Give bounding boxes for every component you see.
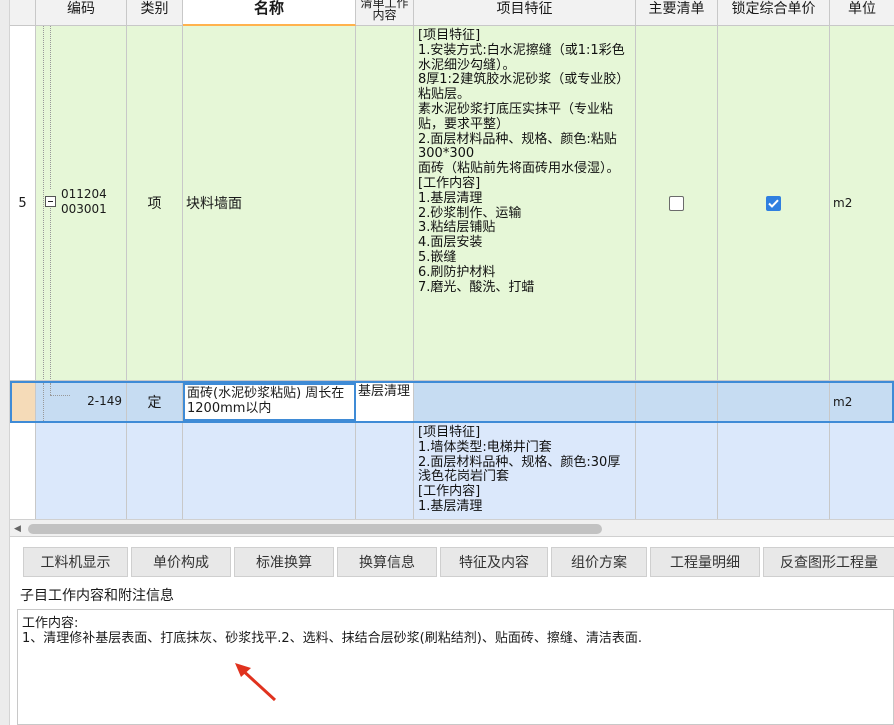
type-cell[interactable]: 定 xyxy=(127,383,183,421)
row-number xyxy=(12,383,36,421)
tab-label: 单价构成 xyxy=(153,555,209,571)
header-features[interactable]: 项目特征 xyxy=(414,0,636,26)
name-edit-cell[interactable]: 面砖(水泥砂浆粘贴) 周长在1200mm以内 xyxy=(183,383,356,421)
name-cell[interactable]: 块料墙面 xyxy=(183,26,356,380)
code-text: 2-149 xyxy=(87,394,122,408)
tree-line xyxy=(50,208,51,380)
row-number xyxy=(10,423,36,519)
tree-line xyxy=(50,26,51,189)
features-cell[interactable]: [项目特征] 1.安装方式:白水泥擦缝（或1:1彩色水泥细沙勾缝）。 8厚1:2… xyxy=(414,26,636,380)
tab-standard-conversion[interactable]: 标准换算 xyxy=(234,547,334,577)
unit-label: m2 xyxy=(833,196,853,210)
tree-line xyxy=(50,383,51,395)
code-line-1: 011204 xyxy=(61,187,107,201)
tab-labor-material[interactable]: 工料机显示 xyxy=(23,547,128,577)
header-unit-label: 单位 xyxy=(848,1,876,17)
tree-line xyxy=(43,383,44,421)
work-content-cell[interactable] xyxy=(356,423,414,519)
header-type[interactable]: 类别 xyxy=(127,0,183,26)
red-arrow-icon xyxy=(235,663,277,702)
tab-label: 工料机显示 xyxy=(40,555,111,571)
scroll-left-arrow-icon[interactable]: ◀ xyxy=(14,523,24,535)
code-cell[interactable] xyxy=(36,423,127,519)
unit-label: m2 xyxy=(833,395,853,409)
tab-label: 换算信息 xyxy=(359,555,415,571)
table-row[interactable]: [项目特征] 1.墙体类型:电梯井门套 2.面层材料品种、规格、颜色:30厚浅色… xyxy=(10,423,894,519)
tree-line xyxy=(50,395,70,396)
type-label: 定 xyxy=(147,395,162,411)
scrollbar-thumb[interactable] xyxy=(28,524,602,534)
lock-price-cell[interactable] xyxy=(718,26,830,380)
tab-label: 组价方案 xyxy=(571,555,627,571)
lock-price-cell[interactable] xyxy=(718,383,830,421)
features-cell[interactable]: [项目特征] 1.墙体类型:电梯井门套 2.面层材料品种、规格、颜色:30厚浅色… xyxy=(414,423,636,519)
header-code[interactable]: 编码 xyxy=(36,0,127,26)
code-line-2: 003001 xyxy=(61,202,107,216)
item-name: 面砖(水泥砂浆粘贴) 周长在1200mm以内 xyxy=(187,386,345,416)
header-row-number xyxy=(10,0,36,26)
type-cell[interactable]: 项 xyxy=(127,26,183,380)
lock-price-cell[interactable] xyxy=(718,423,830,519)
header-work-content[interactable]: 清单工作内容 xyxy=(356,0,414,26)
work-content-text: 基层清理 xyxy=(358,384,411,399)
tab-label: 特征及内容 xyxy=(459,555,529,571)
main-item-cell[interactable] xyxy=(636,26,718,380)
header-main-item[interactable]: 主要清单 xyxy=(636,0,718,26)
tab-label: 标准换算 xyxy=(256,555,312,571)
tab-unit-price[interactable]: 单价构成 xyxy=(131,547,231,577)
work-content-body: 1、清理修补基层表面、打底抹灰、砂浆找平.2、选料、抹结合层砂浆(刷粘结剂)、贴… xyxy=(22,631,642,646)
code-cell[interactable]: 2-149 xyxy=(36,383,127,421)
table-row[interactable]: 5 011204 003001 项 块料墙面 [项目特征] 1.安装方式:白水泥… xyxy=(10,26,894,381)
tab-quantity-detail[interactable]: 工程量明细 xyxy=(650,547,760,577)
type-label: 项 xyxy=(147,196,162,212)
tab-features-content[interactable]: 特征及内容 xyxy=(440,547,548,577)
row-number-label: 5 xyxy=(18,195,27,211)
tab-label: 工程量明细 xyxy=(670,555,740,571)
unit-cell[interactable]: m2 xyxy=(830,383,894,421)
unit-cell[interactable]: m2 xyxy=(830,26,894,380)
header-features-label: 项目特征 xyxy=(496,1,553,17)
bottom-tab-bar: 工料机显示 单价构成 标准换算 换算信息 特征及内容 组价方案 工程量明细 反查… xyxy=(10,537,894,581)
grid-header: 编码 类别 名称 清单工作内容 项目特征 主要清单 锁定综合单价 单位 xyxy=(10,0,894,26)
left-gutter xyxy=(0,0,10,725)
checkbox-icon[interactable] xyxy=(669,195,684,211)
tree-line xyxy=(43,26,44,380)
header-name-label: 名称 xyxy=(253,0,284,17)
header-code-label: 编码 xyxy=(67,1,95,17)
type-cell[interactable] xyxy=(127,423,183,519)
panel-title: 子目工作内容和附注信息 xyxy=(20,588,174,604)
minus-box-icon[interactable] xyxy=(45,196,56,207)
features-cell[interactable] xyxy=(414,383,636,421)
work-content-textbox[interactable]: 工作内容: 1、清理修补基层表面、打底抹灰、砂浆找平.2、选料、抹结合层砂浆(刷… xyxy=(17,609,894,725)
tab-pricing-plan[interactable]: 组价方案 xyxy=(551,547,647,577)
work-content-label: 工作内容: xyxy=(22,616,79,631)
checkbox-icon[interactable] xyxy=(766,195,781,211)
header-lock-price-label: 锁定综合单价 xyxy=(731,1,816,17)
header-name[interactable]: 名称 xyxy=(183,0,356,26)
work-content-cell[interactable]: 基层清理 xyxy=(356,383,414,421)
item-name: 块料墙面 xyxy=(186,196,242,212)
name-cell[interactable] xyxy=(183,423,356,519)
tab-conversion-info[interactable]: 换算信息 xyxy=(337,547,437,577)
horizontal-scrollbar[interactable]: ◀ xyxy=(10,519,894,537)
main-item-cell[interactable] xyxy=(636,383,718,421)
header-unit[interactable]: 单位 xyxy=(830,0,894,26)
code-text: 011204 003001 xyxy=(61,187,107,217)
check-mark-icon xyxy=(768,199,779,208)
tab-label: 反查图形工程量 xyxy=(780,555,878,571)
tab-reverse-graphic-quantity[interactable]: 反查图形工程量 xyxy=(763,547,894,577)
header-work-content-label: 清单工作内容 xyxy=(360,0,409,22)
header-type-label: 类别 xyxy=(140,1,169,17)
work-content-cell[interactable] xyxy=(356,26,414,380)
unit-cell[interactable] xyxy=(830,423,894,519)
main-item-cell[interactable] xyxy=(636,423,718,519)
row-number: 5 xyxy=(10,26,36,380)
table-row-selected[interactable]: 2-149 定 面砖(水泥砂浆粘贴) 周长在1200mm以内 基层清理 m2 xyxy=(10,381,894,423)
code-cell[interactable]: 011204 003001 xyxy=(36,26,127,380)
header-lock-price[interactable]: 锁定综合单价 xyxy=(718,0,830,26)
header-main-item-label: 主要清单 xyxy=(648,1,705,17)
